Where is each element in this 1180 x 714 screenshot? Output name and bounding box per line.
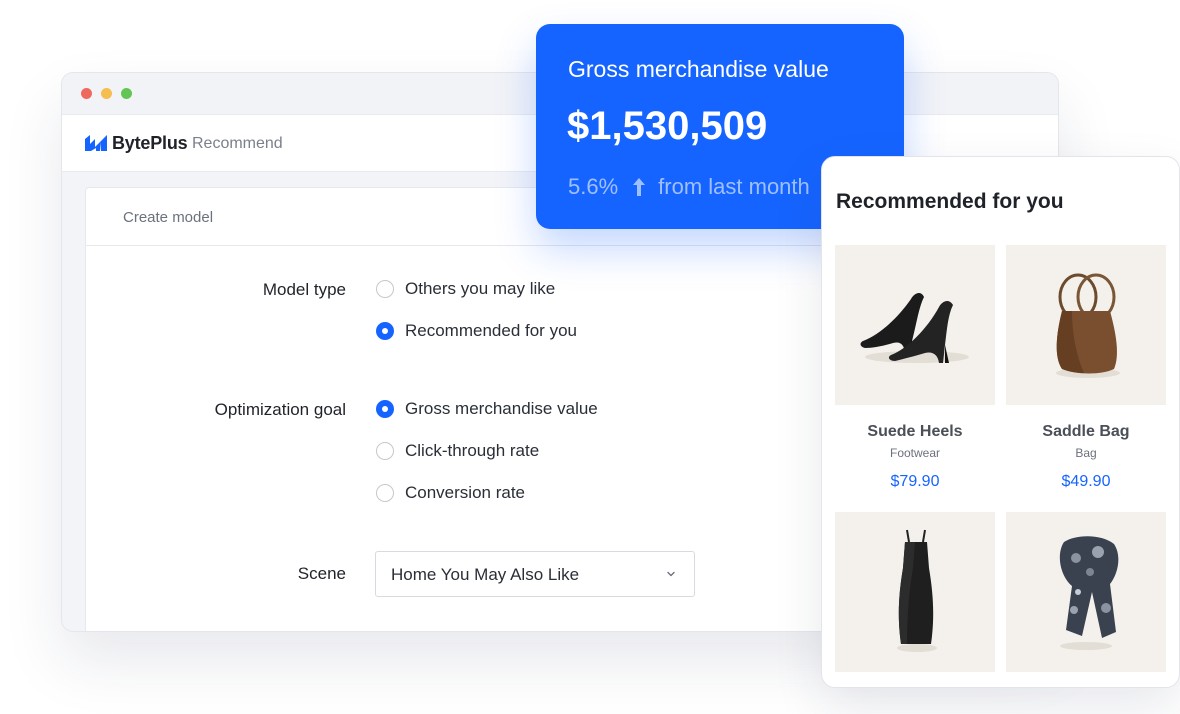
scarf-icon: [1059, 536, 1119, 650]
radio-label: Others you may like: [405, 279, 556, 298]
dress-icon: [897, 529, 937, 652]
product-name: Recommend: [192, 135, 283, 152]
recommendations-panel: Recommended for you Suede Heels Footwear…: [821, 156, 1180, 688]
optimization-goal-label: Optimization goal: [214, 400, 346, 419]
radio-recommended-for-you[interactable]: Recommended for you: [376, 321, 577, 341]
product-price-saddle-bag: $49.90: [1061, 473, 1111, 490]
model-type-label: Model type: [262, 280, 346, 299]
radio-gross-merchandise-value[interactable]: Gross merchandise value: [376, 399, 598, 419]
byteplus-logo-icon: [85, 135, 107, 151]
product-image-saddle-bag[interactable]: [1006, 245, 1166, 405]
gmv-value: $1,530,509: [567, 104, 768, 148]
minimize-window-button[interactable]: [101, 88, 112, 99]
product-image-suede-heels[interactable]: [835, 245, 995, 405]
gmv-change: 5.6% from last month: [568, 174, 810, 200]
maximize-window-button[interactable]: [121, 88, 132, 99]
radio-button[interactable]: [376, 280, 394, 298]
recommendations-title: Recommended for you: [836, 190, 1064, 213]
gmv-title: Gross merchandise value: [568, 56, 829, 82]
radio-others-you-may-like[interactable]: Others you may like: [376, 279, 555, 299]
scene-label: Scene: [297, 564, 346, 583]
radio-label: Click-through rate: [405, 441, 540, 460]
brand-name: BytePlus: [112, 133, 188, 153]
close-window-button[interactable]: [81, 88, 92, 99]
radio-button[interactable]: [376, 484, 394, 502]
product-price-suede-heels: $79.90: [890, 473, 940, 490]
product-image-scarf[interactable]: [1006, 512, 1166, 672]
radio-label: Conversion rate: [405, 483, 526, 502]
scene-select[interactable]: Home You May Also Like: [375, 551, 695, 597]
heels-icon: [860, 292, 969, 363]
chevron-down-icon: [667, 571, 675, 577]
radio-label: Gross merchandise value: [405, 399, 598, 418]
gmv-change-percent: 5.6%: [568, 174, 619, 199]
radio-conversion-rate[interactable]: Conversion rate: [376, 483, 525, 503]
product-name-saddle-bag[interactable]: Saddle Bag: [1006, 423, 1166, 441]
radio-button[interactable]: [376, 442, 394, 460]
bag-icon: [1056, 273, 1120, 378]
product-category-footwear: Footwear: [889, 446, 941, 460]
arrow-up-icon: [633, 178, 646, 196]
card-title: Create model: [123, 209, 214, 226]
product-category-bag: Bag: [1075, 446, 1097, 460]
radio-label: Recommended for you: [405, 321, 577, 340]
gmv-change-suffix: from last month: [658, 174, 810, 199]
radio-click-through-rate[interactable]: Click-through rate: [376, 441, 539, 461]
create-model-card: Create model Model type Others you may l…: [85, 187, 865, 631]
product-image-dress[interactable]: [835, 512, 995, 672]
scene-select-value: Home You May Also Like: [391, 565, 580, 584]
radio-button-checked[interactable]: [376, 322, 394, 340]
radio-button-checked[interactable]: [376, 400, 394, 418]
product-name-suede-heels[interactable]: Suede Heels: [835, 423, 995, 441]
